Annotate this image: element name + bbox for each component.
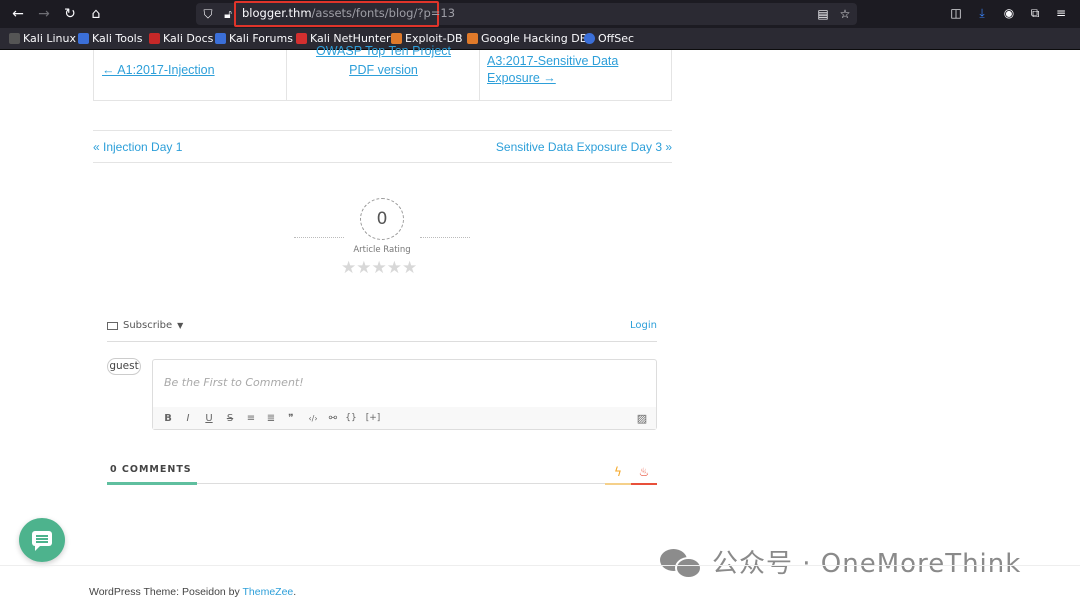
- comment-editor: B I U S ≡ ≣ ❞ ‹/› ⚯ {} [+] ▨: [152, 359, 657, 430]
- owasp-project-link[interactable]: OWASP Top Ten Project: [287, 44, 480, 58]
- rating-label: Article Rating: [353, 245, 411, 255]
- bold-button[interactable]: B: [161, 412, 175, 425]
- next-owasp-link-line1[interactable]: A3:2017-Sensitive Data: [487, 54, 618, 68]
- kali-tools-icon: [78, 33, 89, 44]
- rating-divider-left: [294, 237, 344, 238]
- ordered-list-icon[interactable]: ≡: [244, 412, 258, 425]
- nethunter-icon: [296, 33, 307, 44]
- prev-owasp-link[interactable]: ← A1:2017-Injection: [102, 63, 215, 77]
- code-block-icon[interactable]: {}: [344, 412, 358, 425]
- envelope-icon: [107, 321, 118, 330]
- footer-credit: WordPress Theme: Poseidon by ThemeZee.: [89, 586, 296, 598]
- nav-cell-next: A3:2017-Sensitive Data Exposure →: [480, 50, 672, 100]
- rating-divider-right: [420, 237, 470, 238]
- back-arrow-icon[interactable]: ←: [8, 4, 28, 24]
- bookmark-kali-linux[interactable]: Kali Linux: [9, 32, 76, 45]
- caret-down-icon: ▼: [177, 321, 184, 330]
- bookmark-label: OffSec: [598, 32, 635, 45]
- lightning-icon[interactable]: ϟ: [606, 463, 630, 481]
- bookmark-label: Kali Linux: [23, 32, 77, 45]
- login-link[interactable]: Login: [630, 320, 657, 331]
- comments-active-underline: [107, 482, 197, 485]
- unordered-list-icon[interactable]: ≣: [264, 412, 278, 425]
- exploit-db-icon: [391, 33, 402, 44]
- browser-toolbar: ← → ↻ ⌂ ⛉ 🔓︎ ▤ ☆ blogger.thm/assets/font…: [0, 0, 1080, 28]
- forward-arrow-icon[interactable]: →: [34, 4, 54, 24]
- account-icon[interactable]: ◉: [1001, 5, 1017, 21]
- pdf-version-link[interactable]: PDF version: [287, 63, 480, 77]
- home-icon[interactable]: ⌂: [86, 4, 106, 24]
- italic-button[interactable]: I: [181, 412, 195, 425]
- bookmark-offsec[interactable]: OffSec: [584, 32, 634, 45]
- comment-input[interactable]: [153, 360, 656, 405]
- bookmark-kali-docs[interactable]: Kali Docs: [149, 32, 213, 45]
- prev-post-link[interactable]: « Injection Day 1: [93, 140, 182, 154]
- offsec-icon: [584, 33, 595, 44]
- url-host: blogger.thm: [242, 6, 312, 20]
- bookmark-star-icon[interactable]: ☆: [837, 6, 853, 22]
- lightning-underline: [605, 483, 631, 485]
- footer-prefix: WordPress Theme: Poseidon by: [89, 586, 243, 598]
- underline-button[interactable]: U: [202, 412, 216, 425]
- comments-tab-row: 0 COMMENTS ϟ ♨: [107, 460, 657, 485]
- shield-icon[interactable]: ⛉: [200, 6, 216, 22]
- bookmark-kali-tools[interactable]: Kali Tools: [78, 32, 142, 45]
- bookmarks-bar: Kali Linux Kali Tools Kali Docs Kali For…: [0, 28, 1080, 50]
- pocket-icon[interactable]: ◫: [948, 5, 964, 21]
- themezee-link[interactable]: ThemeZee: [243, 586, 294, 598]
- bookmark-label: Kali Docs: [163, 32, 214, 45]
- menu-icon[interactable]: ≡: [1053, 5, 1069, 21]
- chat-bubble-icon: [32, 531, 52, 551]
- link-icon[interactable]: ⚯: [326, 412, 340, 425]
- chat-lines: [36, 535, 48, 537]
- rating-stars[interactable]: ★★★★★: [341, 258, 417, 278]
- comments-count[interactable]: 0 COMMENTS: [110, 464, 192, 475]
- extensions-icon[interactable]: ⧉: [1027, 5, 1043, 21]
- nav-cell-center: OWASP Top Ten Project PDF version: [287, 44, 480, 100]
- kali-dragon-icon: [9, 33, 20, 44]
- chat-button[interactable]: [19, 518, 65, 562]
- code-icon[interactable]: ‹/›: [304, 412, 322, 425]
- subscribe-label: Subscribe: [123, 320, 173, 331]
- owasp-nav-table: ← A1:2017-Injection OWASP Top Ten Projec…: [93, 44, 672, 101]
- bookmark-label: Kali Forums: [229, 32, 293, 45]
- footer-suffix: .: [293, 586, 297, 598]
- next-post-link[interactable]: Sensitive Data Exposure Day 3 »: [496, 140, 672, 154]
- post-navigation: « Injection Day 1 Sensitive Data Exposur…: [93, 130, 672, 163]
- strike-button[interactable]: S: [223, 412, 237, 425]
- reload-icon[interactable]: ↻: [60, 4, 80, 24]
- flame-icon[interactable]: ♨: [632, 463, 656, 481]
- nav-cell-prev: ← A1:2017-Injection: [94, 50, 287, 100]
- download-icon[interactable]: ⤓: [974, 5, 990, 21]
- image-upload-icon[interactable]: ▨: [635, 412, 649, 425]
- flame-underline: [631, 483, 657, 485]
- reader-view-icon[interactable]: ▤: [815, 6, 831, 22]
- rating-value-circle: 0: [360, 198, 404, 240]
- bookmark-kali-forums[interactable]: Kali Forums: [215, 32, 293, 45]
- bookmark-label: Kali Tools: [92, 32, 143, 45]
- url-text[interactable]: blogger.thm/assets/fonts/blog/?p=13: [242, 6, 455, 20]
- bookmark-label: Google Hacking DB: [481, 32, 588, 45]
- bookmark-google-hacking-db[interactable]: Google Hacking DB: [467, 32, 587, 45]
- blockquote-icon[interactable]: ❞: [284, 412, 298, 425]
- comment-header: Subscribe ▼ Login: [107, 320, 657, 342]
- editor-toolbar: B I U S ≡ ≣ ❞ ‹/› ⚯ {} [+] ▨: [153, 407, 656, 429]
- next-owasp-link-line2[interactable]: Exposure →: [487, 71, 556, 85]
- subscribe-dropdown[interactable]: Subscribe ▼: [107, 320, 183, 331]
- url-path: /assets/fonts/blog/?p=13: [311, 6, 456, 20]
- ghdb-icon: [467, 33, 478, 44]
- spoiler-icon[interactable]: [+]: [362, 412, 384, 425]
- site-footer: WordPress Theme: Poseidon by ThemeZee.: [0, 565, 1080, 605]
- guest-avatar: guest: [107, 358, 141, 375]
- kali-docs-icon: [149, 33, 160, 44]
- kali-forums-icon: [215, 33, 226, 44]
